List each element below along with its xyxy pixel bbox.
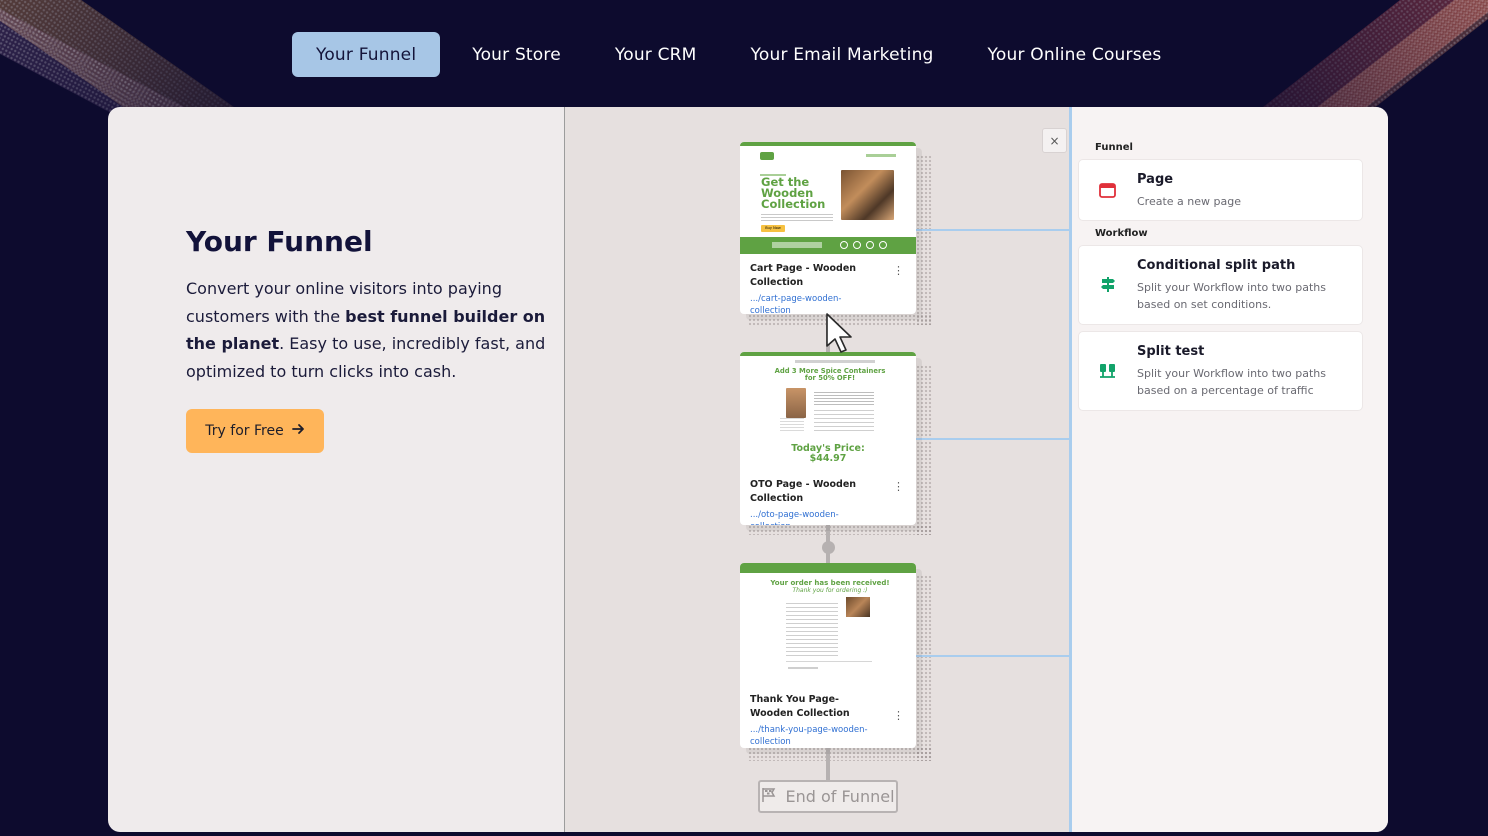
page-thumbnail: Add 3 More Spice Containers for 50% OFF!… [740,352,916,470]
card-shadow [748,525,932,535]
page-link[interactable]: .../oto-page-wooden-collection [750,509,870,525]
thumb-price: Today's Price: $44.97 [791,443,865,464]
card-shadow [748,747,932,761]
product-image [841,170,894,220]
option-subtitle: Split your Workflow into two paths based… [1137,281,1326,311]
thumb-button: Buy Now [761,225,785,232]
connector-node[interactable] [822,541,835,554]
option-subtitle: Split your Workflow into two paths based… [1137,367,1326,397]
card-shadow [916,575,932,761]
more-options-icon[interactable]: ⋮ [893,480,904,493]
tab-your-online-courses[interactable]: Your Online Courses [966,32,1184,77]
page-card-info: Thank You Page- Wooden Collection .../th… [740,681,916,748]
flag-icon [761,787,777,807]
feature-text: Convert your online visitors into paying… [186,275,556,385]
arrow-right-icon [291,423,305,439]
feature-description: Your Funnel Convert your online visitors… [108,107,565,832]
end-of-funnel-button[interactable]: End of Funnel [758,780,898,813]
connector-line [916,655,1072,657]
page-title: Thank You Page- Wooden Collection [750,694,850,719]
page-card-info: Cart Page - Wooden Collection .../cart-p… [740,254,916,314]
page-icon [1099,182,1116,199]
option-subtitle: Create a new page [1137,195,1241,208]
tab-your-funnel[interactable]: Your Funnel [292,32,441,77]
option-title: Split test [1137,344,1205,359]
option-conditional-split-path[interactable]: Conditional split path Split your Workfl… [1078,245,1363,325]
feature-card: Your Funnel Convert your online visitors… [108,107,1388,832]
page-link[interactable]: .../thank-you-page-wooden-collection [750,724,870,748]
funnel-step-cart[interactable]: Get the Wooden Collection Buy Now Cart P… [740,142,916,314]
end-of-funnel-label: End of Funnel [785,787,895,806]
thumb-subheadline: Thank you for ordering :) [792,587,868,594]
more-options-icon[interactable]: ⋮ [893,264,904,277]
thumb-headline: Your order has been received! [770,579,890,587]
page-link[interactable]: .../cart-page-wooden-collection [750,293,870,314]
page-thumbnail: Your order has been received! Thank you … [740,563,916,681]
option-title: Page [1137,172,1174,187]
add-step-panel: Funnel Page Create a new page Workflow C… [1072,107,1388,832]
card-shadow [916,155,932,325]
mouse-pointer-icon [826,313,852,353]
funnel-step-oto[interactable]: Add 3 More Spice Containers for 50% OFF!… [740,352,916,525]
cta-label: Try for Free [205,423,284,439]
card-shadow [916,365,932,535]
connector-line [826,747,830,781]
option-split-test[interactable]: Split test Split your Workflow into two … [1078,331,1363,411]
option-page[interactable]: Page Create a new page [1078,159,1363,221]
product-image [786,388,806,418]
tab-your-email-marketing[interactable]: Your Email Marketing [729,32,956,77]
product-image [846,597,870,617]
feature-title: Your Funnel [186,225,373,258]
option-title: Conditional split path [1137,258,1296,273]
tab-your-crm[interactable]: Your CRM [593,32,719,77]
page-title: OTO Page - Wooden Collection [750,479,857,504]
page-title: Cart Page - Wooden Collection [750,263,857,288]
feature-tabs: Your Funnel Your Store Your CRM Your Ema… [292,32,1184,77]
connector-line [916,229,1072,231]
thumb-headline: Add 3 More Spice Containers for 50% OFF! [774,367,886,382]
section-label-funnel: Funnel [1095,142,1133,153]
more-options-icon[interactable]: ⋮ [893,709,904,722]
section-label-workflow: Workflow [1095,228,1148,239]
try-for-free-button[interactable]: Try for Free [186,409,324,453]
page-thumbnail: Get the Wooden Collection Buy Now [740,142,916,254]
tab-your-store[interactable]: Your Store [450,32,583,77]
page-card-info: OTO Page - Wooden Collection .../oto-pag… [740,470,916,525]
close-button[interactable]: × [1042,128,1067,153]
split-test-icon [1099,362,1116,379]
signpost-icon [1099,276,1116,293]
thumb-headline: Get the Wooden Collection [761,175,826,211]
connector-line [916,438,1072,440]
funnel-step-thank-you[interactable]: Your order has been received! Thank you … [740,563,916,748]
